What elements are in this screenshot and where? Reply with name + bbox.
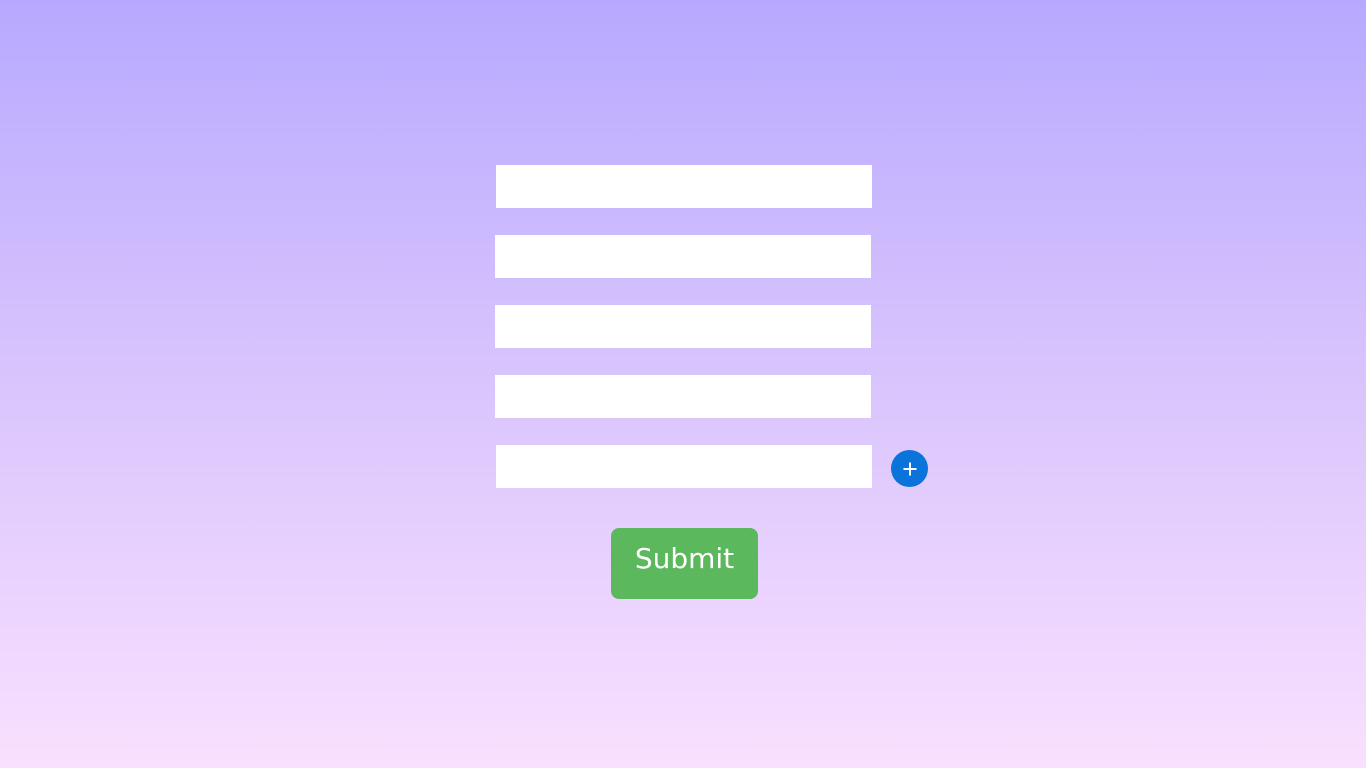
text-field-4[interactable]: [495, 375, 871, 418]
submit-button[interactable]: Submit: [611, 528, 758, 599]
add-field-button[interactable]: [891, 450, 928, 487]
plus-icon: [903, 462, 916, 475]
text-field-1[interactable]: [496, 165, 872, 208]
text-field-2[interactable]: [495, 235, 871, 278]
text-field-3[interactable]: [495, 305, 871, 348]
text-field-5[interactable]: [496, 445, 872, 488]
